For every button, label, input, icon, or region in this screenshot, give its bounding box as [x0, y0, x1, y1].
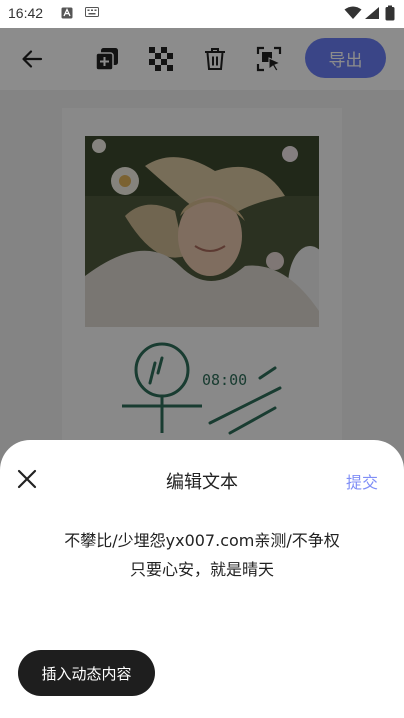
- text-line-2: 只要心安，就是晴天: [129, 560, 274, 579]
- signal-icon: [365, 7, 379, 19]
- status-bar: 16:42: [0, 0, 404, 28]
- edit-text-area[interactable]: 不攀比/少埋怨yx007.com亲测/不争权 只要心安，就是晴天: [20, 526, 384, 584]
- edit-text-sheet: 编辑文本 提交 不攀比/少埋怨yx007.com亲测/不争权 只要心安，就是晴天…: [0, 440, 404, 718]
- keyboard-icon: [85, 7, 99, 17]
- insert-dynamic-content-button[interactable]: 插入动态内容: [18, 650, 155, 696]
- battery-icon: [385, 5, 395, 21]
- sheet-title: 编辑文本: [166, 472, 238, 493]
- text-line-1: 不攀比/少埋怨yx007.com亲测/不争权: [64, 531, 340, 550]
- submit-button[interactable]: 提交: [346, 469, 378, 493]
- keyboard-a-icon: [61, 7, 73, 19]
- status-time: 16:42: [8, 5, 44, 21]
- wifi-icon: [344, 6, 362, 19]
